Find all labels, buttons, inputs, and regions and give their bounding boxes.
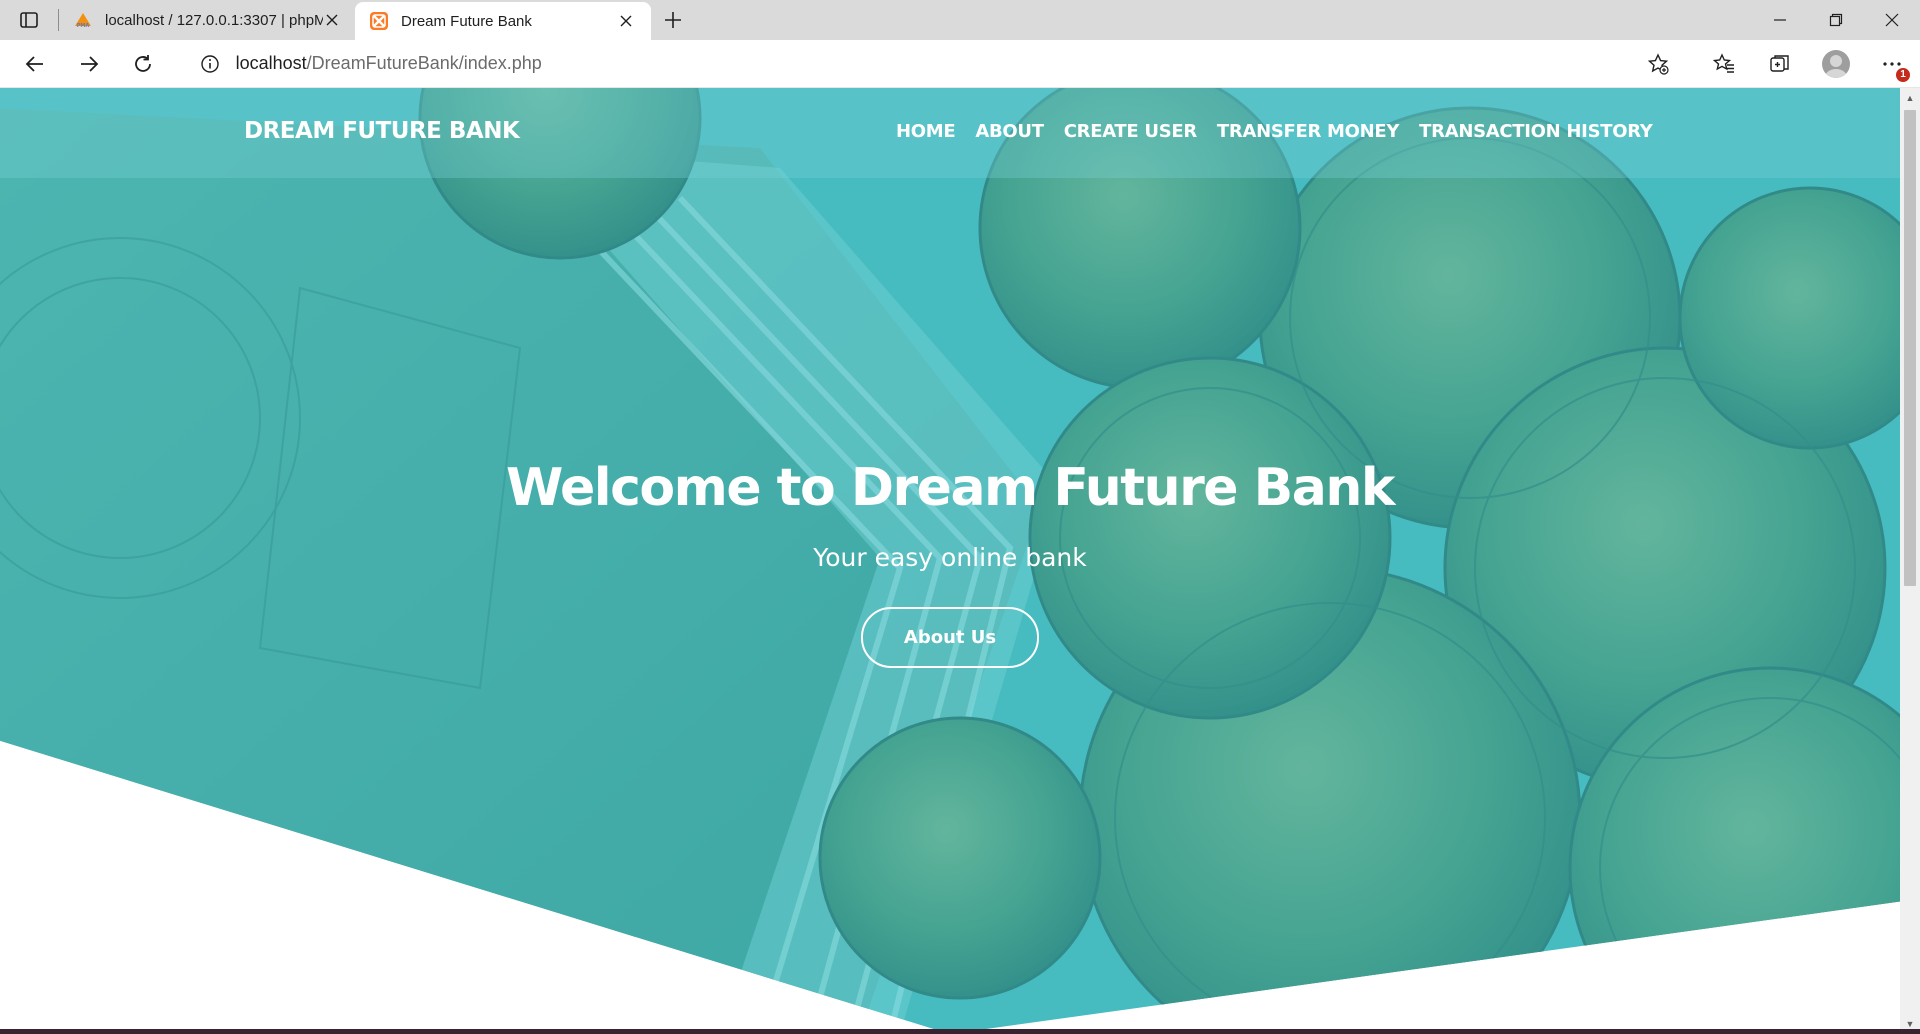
address-bar[interactable]: localhost/DreamFutureBank/index.php: [185, 44, 1685, 83]
close-tab-icon[interactable]: [615, 10, 637, 32]
refresh-icon: [134, 54, 151, 72]
phpmyadmin-favicon-text: PMA: [77, 23, 90, 29]
restore-icon: [1829, 13, 1843, 27]
scrollbar-thumb[interactable]: [1904, 110, 1916, 586]
hero-subtitle: Your easy online bank: [813, 543, 1087, 572]
scroll-up-arrow-icon[interactable]: ▲: [1900, 90, 1920, 106]
favorites-button[interactable]: [1696, 40, 1752, 88]
settings-menu-button[interactable]: 1: [1864, 40, 1920, 88]
collections-button[interactable]: [1752, 40, 1808, 88]
minimize-button[interactable]: [1752, 0, 1808, 40]
forward-button[interactable]: [62, 40, 116, 88]
new-tab-button[interactable]: [651, 0, 695, 40]
browser-toolbar: localhost/DreamFutureBank/index.php 1: [0, 40, 1920, 88]
profile-button[interactable]: [1808, 40, 1864, 88]
tab-dream-future-bank[interactable]: Dream Future Bank: [355, 2, 651, 40]
hero-section: DREAM FUTURE BANK HOME ABOUT CREATE USER…: [0, 88, 1900, 1034]
plus-icon: [665, 12, 681, 28]
notification-badge: 1: [1896, 67, 1911, 82]
toolbar-icons: 1: [1696, 40, 1920, 88]
phpmyadmin-icon: PMA: [75, 13, 91, 29]
site-brand[interactable]: DREAM FUTURE BANK: [244, 118, 520, 144]
collections-icon: [1770, 54, 1789, 72]
nav-transfer-money[interactable]: TRANSFER MONEY: [1217, 121, 1400, 142]
site-info-icon[interactable]: [198, 52, 222, 76]
browser-tab-strip: PMA localhost / 127.0.0.1:3307 | phpMyAd…: [0, 0, 1920, 40]
site-navbar: DREAM FUTURE BANK HOME ABOUT CREATE USER…: [0, 88, 1900, 178]
minimize-icon: [1774, 19, 1786, 21]
xampp-icon: [370, 12, 388, 30]
nav-about[interactable]: ABOUT: [975, 121, 1044, 142]
page-scrollbar[interactable]: ▲ ▼: [1900, 88, 1920, 1034]
nav-home[interactable]: HOME: [896, 121, 956, 142]
taskbar-edge: [0, 1029, 1920, 1034]
favorites-icon: [1712, 52, 1735, 73]
tab-title: Dream Future Bank: [401, 12, 532, 30]
restore-button[interactable]: [1808, 0, 1864, 40]
close-window-button[interactable]: [1864, 0, 1920, 40]
tab-phpmyadmin[interactable]: PMA localhost / 127.0.0.1:3307 | phpMyAd…: [59, 0, 355, 40]
page-viewport: DREAM FUTURE BANK HOME ABOUT CREATE USER…: [0, 88, 1900, 1034]
tab-title: localhost / 127.0.0.1:3307 | phpMyAdmin: [105, 11, 324, 29]
close-icon: [1885, 13, 1899, 27]
url-host: localhost: [235, 53, 307, 73]
forward-arrow-icon: [80, 55, 99, 72]
url-path: /DreamFutureBank/index.php: [306, 53, 542, 73]
about-us-button[interactable]: About Us: [861, 607, 1039, 668]
back-button[interactable]: [8, 40, 62, 88]
tab-actions-icon[interactable]: [0, 0, 58, 40]
nav-create-user[interactable]: CREATE USER: [1064, 121, 1197, 142]
close-tab-icon[interactable]: [323, 9, 341, 31]
hero-title: Welcome to Dream Future Bank: [505, 458, 1396, 518]
nav-transaction-history[interactable]: TRANSACTION HISTORY: [1419, 121, 1653, 142]
refresh-button[interactable]: [116, 40, 170, 88]
url-text[interactable]: localhost/DreamFutureBank/index.php: [236, 53, 1644, 74]
add-favorite-icon[interactable]: [1644, 50, 1672, 78]
back-arrow-icon: [25, 55, 43, 72]
avatar: [1822, 49, 1851, 78]
window-controls: [1752, 0, 1920, 40]
main-menu: HOME ABOUT CREATE USER TRANSFER MONEY TR…: [896, 121, 1653, 142]
